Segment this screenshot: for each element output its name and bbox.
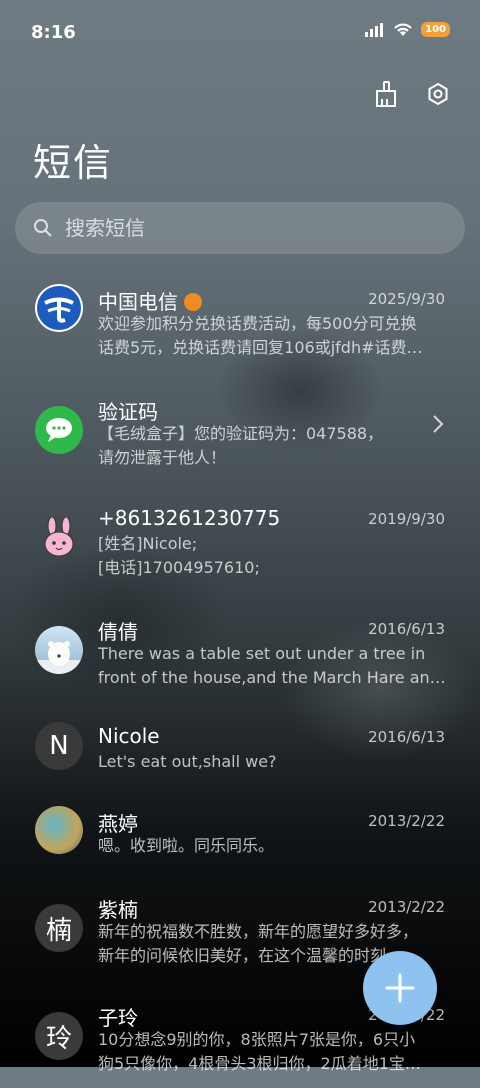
china-telecom-logo-icon xyxy=(37,286,81,330)
contact-name: Nicole xyxy=(98,724,160,748)
message-preview-line1: 欢迎参加积分兑换话费活动，每500分可兑换 xyxy=(98,314,417,333)
new-message-button[interactable] xyxy=(363,951,437,1025)
polar-bear-photo-icon xyxy=(35,641,83,674)
gear-icon xyxy=(428,82,448,106)
search-input[interactable] xyxy=(63,215,427,241)
message-preview-line1: 10分想念9别的你，8张照片7张是你，6只小 xyxy=(98,1030,416,1049)
status-icons: 100 xyxy=(365,22,450,37)
signal-icon xyxy=(365,22,384,37)
contact-name: 子玲 xyxy=(98,1006,138,1030)
header-actions xyxy=(370,78,454,110)
message-preview-line1: Let's eat out,shall we? xyxy=(98,752,277,771)
conversation-item[interactable]: 倩倩 2016/6/13 There was a table set out u… xyxy=(0,600,480,710)
plus-icon xyxy=(385,973,415,1003)
message-preview-line2: front of the house,and the March Hare an… xyxy=(98,668,446,687)
conversation-item[interactable]: N Nicole 2016/6/13 Let's eat out,shall w… xyxy=(0,710,480,794)
conversation-item[interactable]: 燕婷 2013/2/22 嗯。收到啦。同乐同乐。 xyxy=(0,794,480,880)
wifi-icon xyxy=(394,23,412,36)
contact-name: +8613261230775 xyxy=(98,506,281,530)
chevron-right-icon xyxy=(433,415,444,433)
contact-name: 中国电信 xyxy=(98,286,203,315)
conversation-item[interactable]: 中国电信 2025/9/30 欢迎参加积分兑换话费活动，每500分可兑换 话费5… xyxy=(0,270,480,380)
avatar xyxy=(35,406,83,454)
status-bar: 8:16 100 xyxy=(0,0,480,66)
message-preview-line1: 嗯。收到啦。同乐同乐。 xyxy=(98,836,275,855)
search-icon xyxy=(34,219,52,237)
clean-button[interactable] xyxy=(370,78,402,110)
message-preview-line1: There was a table set out under a tree i… xyxy=(98,644,426,663)
avatar xyxy=(35,516,83,564)
contact-name: 倩倩 xyxy=(98,620,138,644)
avatar: 楠 xyxy=(35,904,83,952)
conversation-item[interactable]: +8613261230775 2019/9/30 [姓名]Nicole; [电话… xyxy=(0,490,480,600)
avatar xyxy=(35,284,83,332)
message-date: 2016/6/13 xyxy=(368,620,445,638)
avatar xyxy=(35,626,83,674)
message-preview-line1: 新年的祝福数不胜数，新年的愿望好多好多， xyxy=(98,922,419,941)
avatar: 玲 xyxy=(35,1012,83,1060)
avatar xyxy=(35,806,83,854)
battery-indicator: 100 xyxy=(421,22,450,37)
broom-icon xyxy=(376,81,396,107)
message-date: 2025/9/30 xyxy=(368,290,445,308)
message-date: 2019/9/30 xyxy=(368,510,445,528)
avatar: N xyxy=(35,722,83,770)
pink-bunny-sticker-icon xyxy=(44,516,74,557)
message-date: 2016/6/13 xyxy=(368,728,445,746)
conversation-item[interactable]: 验证码 【毛绒盒子】您的验证码为：047588， 请勿泄露于他人！ xyxy=(0,380,480,490)
message-date: 2013/2/22 xyxy=(368,898,445,916)
chat-bubble-icon xyxy=(46,418,72,442)
carrot-badge-icon xyxy=(184,293,203,311)
message-preview-line2: 狗5只像你，4根骨头3根归你，2瓜着地1宝… xyxy=(98,1054,421,1073)
message-preview-line2: 话费5元，兑换话费请回复106或jfdh#话费… xyxy=(98,338,423,357)
settings-button[interactable] xyxy=(422,78,454,110)
search-bar[interactable] xyxy=(15,202,465,254)
contact-name: 验证码 xyxy=(98,400,158,424)
contact-name: 紫楠 xyxy=(98,898,138,922)
page-title: 短信 xyxy=(33,141,114,185)
contact-name: 燕婷 xyxy=(98,812,138,836)
message-preview-line1: [姓名]Nicole; xyxy=(98,534,198,553)
message-preview-line2: [电话]17004957610; xyxy=(98,558,260,577)
message-date: 2013/2/22 xyxy=(368,812,445,830)
message-preview-line1: 【毛绒盒子】您的验证码为：047588， xyxy=(98,424,384,443)
status-time: 8:16 xyxy=(31,22,76,43)
message-preview-line2: 请勿泄露于他人！ xyxy=(98,448,227,467)
